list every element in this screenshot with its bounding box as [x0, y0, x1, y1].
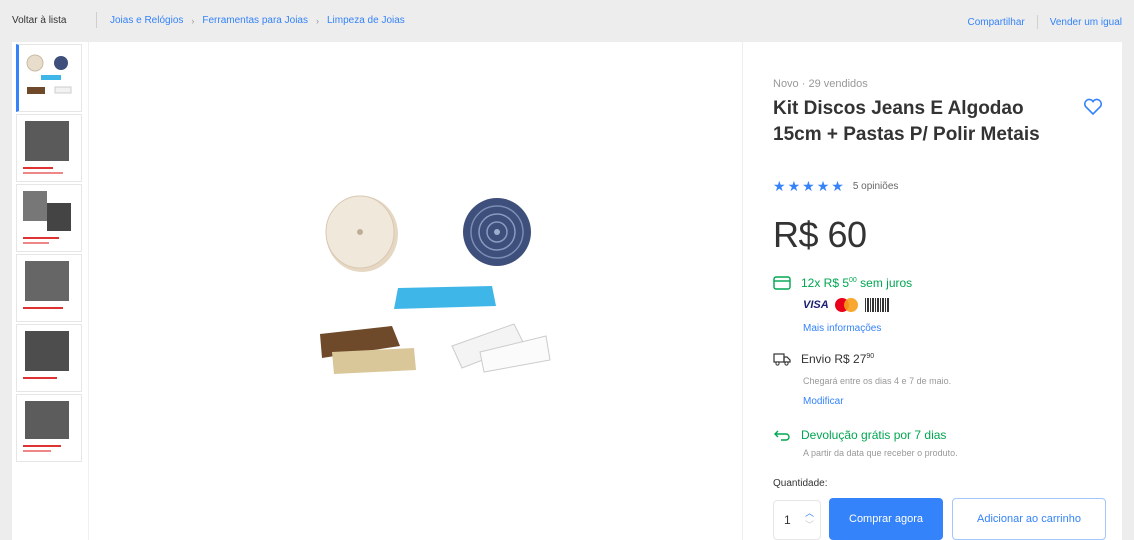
boleto-icon [864, 298, 889, 312]
top-navigation-bar: Voltar à lista Joias e Relógios › Ferram… [0, 0, 1134, 40]
thumbnail-5[interactable] [16, 324, 82, 392]
thumbnail-5-caption [23, 377, 57, 379]
share-link[interactable]: Compartilhar [967, 17, 1024, 28]
returns: Devolução grátis por 7 dias [773, 428, 946, 442]
thumbnail-3[interactable] [16, 184, 82, 252]
chevron-right-icon: › [191, 15, 195, 26]
breadcrumb-item-jewelry-cleaning[interactable]: Limpeza de Joias [327, 15, 405, 26]
card-icon [773, 276, 791, 290]
product-card: Novo · 29 vendidos Kit Discos Jeans E Al… [12, 42, 1122, 540]
divider [88, 42, 89, 540]
product-info-panel: Novo · 29 vendidos Kit Discos Jeans E Al… [742, 42, 1122, 540]
quantity-stepper[interactable]: 1 ︿ ﹀ [773, 500, 821, 540]
payment-methods: VISA [803, 298, 889, 312]
thumbnail-2-caption [23, 167, 53, 169]
product-title: Kit Discos Jeans E Algodao 15cm + Pastas… [773, 98, 1040, 145]
chevron-right-icon: › [315, 15, 319, 26]
visa-logo: VISA [803, 299, 829, 311]
thumbnail-3-caption [23, 242, 49, 244]
shipping: Envio R$ 2790 [773, 352, 874, 366]
sell-similar-link[interactable]: Vender um igual [1050, 17, 1122, 28]
truck-icon [773, 353, 791, 366]
thumbnail-5-image [25, 331, 69, 371]
thumbnail-2[interactable] [16, 114, 82, 182]
modify-shipping-link[interactable]: Modificar [803, 396, 844, 407]
thumbnail-3-image [23, 191, 47, 221]
thumbnail-1[interactable] [16, 44, 82, 112]
divider [96, 12, 97, 28]
returns-note: A partir da data que receber o produto. [803, 448, 958, 458]
more-info-link[interactable]: Mais informações [803, 323, 881, 334]
thumbnail-3-image [47, 203, 71, 231]
thumbnail-1-image [26, 54, 72, 94]
thumbnail-4-caption [23, 307, 63, 309]
star-icon: ★ [831, 178, 844, 194]
star-icon: ★ [773, 178, 786, 194]
breadcrumb: Joias e Relógios › Ferramentas para Joia… [110, 15, 405, 26]
condition-and-sales: Novo · 29 vendidos [773, 78, 868, 90]
thumbnail-6-caption [23, 445, 61, 447]
thumbnail-2-caption [23, 172, 63, 174]
return-icon [774, 430, 790, 441]
buy-now-button[interactable]: Comprar agora [829, 498, 943, 540]
chevron-down-icon[interactable]: ﹀ [805, 519, 814, 531]
returns-label: Devolução grátis por 7 dias [801, 428, 947, 442]
divider [1036, 15, 1038, 29]
shipping-price: Envio R$ 2790 [801, 352, 875, 366]
back-to-list-link[interactable]: Voltar à lista [12, 15, 66, 26]
installments: 12x R$ 500 sem juros [773, 276, 912, 290]
mastercard-logo [834, 298, 859, 312]
thumbnail-6[interactable] [16, 394, 82, 462]
add-to-cart-button[interactable]: Adicionar ao carrinho [952, 498, 1106, 540]
star-icon: ★ [816, 178, 830, 194]
thumbnail-list [16, 44, 86, 464]
thumbnail-3-caption [23, 237, 59, 239]
breadcrumb-item-jewelry-tools[interactable]: Ferramentas para Joias [202, 15, 308, 26]
star-icon: ★ [802, 178, 815, 194]
thumbnail-4-image [25, 261, 69, 301]
price: R$ 60 [773, 214, 867, 255]
thumbnail-6-caption [23, 450, 51, 452]
quantity-value: 1 [784, 513, 791, 527]
top-actions: Compartilhar Vender um igual [967, 15, 1122, 29]
breadcrumb-item-jewelry-watches[interactable]: Joias e Relógios [110, 15, 183, 26]
rating[interactable]: ★ ★ ★ ★ ★ 5 opiniões [773, 179, 898, 193]
thumbnail-6-image [25, 401, 69, 439]
main-product-image[interactable] [302, 182, 562, 382]
thumbnail-2-image [25, 121, 69, 161]
quantity-label: Quantidade: [773, 478, 828, 489]
chevron-up-icon[interactable]: ︿ [805, 507, 814, 519]
installments-text: 12x R$ 500 sem juros [801, 276, 913, 290]
star-icon: ★ [787, 178, 801, 194]
delivery-estimate: Chegará entre os dias 4 e 7 de maio. [803, 376, 952, 386]
reviews-count[interactable]: 5 opiniões [853, 181, 899, 192]
heart-icon[interactable] [1083, 98, 1103, 116]
quantity-arrows[interactable]: ︿ ﹀ [805, 507, 814, 531]
thumbnail-4[interactable] [16, 254, 82, 322]
